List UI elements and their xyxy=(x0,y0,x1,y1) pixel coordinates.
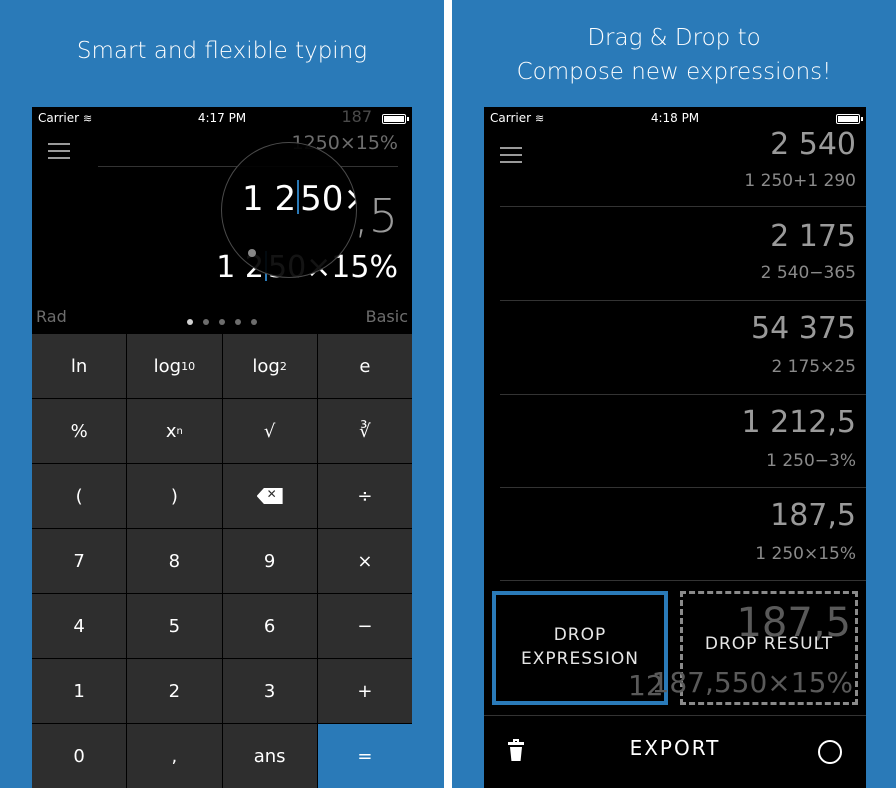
page-indicator[interactable] xyxy=(32,310,412,329)
history-phone: Carrier ≋ 4:18 PM 2 540 1 250+1 290 2 175… xyxy=(484,107,866,788)
key-paren-close[interactable]: ) xyxy=(127,464,222,528)
key-percent[interactable]: % xyxy=(32,399,127,463)
menu-icon[interactable] xyxy=(48,143,70,159)
current-result: ,5 xyxy=(354,189,398,243)
key-ln[interactable]: ln xyxy=(32,334,127,398)
history-item[interactable]: 54 375 2 175×25 xyxy=(500,301,866,395)
history-result: 2 540 xyxy=(770,127,856,162)
calculator-mode-label[interactable]: Basic xyxy=(366,307,408,326)
key-log10[interactable]: log 10 xyxy=(127,334,222,398)
key-paren-open[interactable]: ( xyxy=(32,464,127,528)
magnifier-loupe: 1 250×1 xyxy=(221,142,357,278)
bottom-toolbar: EXPORT xyxy=(484,715,866,788)
key-1[interactable]: 1 xyxy=(32,659,127,723)
key-minus[interactable]: − xyxy=(317,594,412,658)
history-item[interactable]: 2 540 1 250+1 290 xyxy=(500,115,866,207)
key-equals[interactable]: = xyxy=(317,724,412,788)
key-6[interactable]: 6 xyxy=(222,594,317,658)
key-7[interactable]: 7 xyxy=(32,529,127,593)
key-multiply[interactable]: × xyxy=(317,529,412,593)
mode-bar: Rad Basic xyxy=(32,307,412,329)
battery-icon xyxy=(382,114,409,124)
drop-result-label: DROP RESULT xyxy=(704,634,834,654)
key-4[interactable]: 4 xyxy=(32,594,127,658)
drop-result-zone[interactable]: 187,5 DROP RESULT 187,550×15% xyxy=(652,591,858,705)
calculator-phone: Carrier ≋ 4:17 PM 187 1250×15% ,5 1 2 50×1… xyxy=(32,107,412,788)
magnified-cursor xyxy=(297,180,300,215)
history-expression: 1 250−3% xyxy=(766,451,856,471)
cursor-handle[interactable] xyxy=(248,249,256,257)
key-5[interactable]: 5 xyxy=(127,594,222,658)
right-panel: Drag & Drop to Compose new expressions! … xyxy=(452,0,896,788)
history-result: 2 175 xyxy=(770,219,856,254)
key-2[interactable]: 2 xyxy=(127,659,222,723)
history-expression: 2 175×25 xyxy=(771,357,856,377)
backspace-icon xyxy=(256,488,283,504)
drop-expression-label-2: EXPRESSION xyxy=(521,649,639,669)
drop-expression-zone[interactable]: DROP EXPRESSION 12 xyxy=(492,591,668,705)
key-9[interactable]: 9 xyxy=(222,529,317,593)
history-item[interactable]: 1 212,5 1 250−3% xyxy=(500,395,866,488)
key-log2[interactable]: log 2 xyxy=(222,334,317,398)
history-item[interactable]: 187,5 1 250×15% xyxy=(500,488,866,581)
history-expression: 1 250×15% xyxy=(755,544,856,564)
key-8[interactable]: 8 xyxy=(127,529,222,593)
key-cube-root[interactable]: ∛ xyxy=(317,399,412,463)
drop-expression-label-1: DROP xyxy=(553,625,607,645)
right-headline-line2: Compose new expressions! xyxy=(516,59,832,85)
key-comma[interactable]: , xyxy=(127,724,222,788)
history-result: 187,5 xyxy=(770,498,856,533)
history-item[interactable]: 2 175 2 540−365 xyxy=(500,207,866,301)
right-headline-line1: Drag & Drop to xyxy=(587,25,761,51)
key-power[interactable]: xn xyxy=(127,399,222,463)
history-result: 54 375 xyxy=(751,311,856,346)
key-ans[interactable]: ans xyxy=(222,724,317,788)
history-expression: 1 250+1 290 xyxy=(744,171,856,191)
keypad: ln log10 log2 e % xn √ ∛ ( ) ÷ 7 8 9 × 4… xyxy=(32,334,412,788)
key-backspace[interactable] xyxy=(222,464,317,528)
key-3[interactable]: 3 xyxy=(222,659,317,723)
key-square-root[interactable]: √ xyxy=(222,399,317,463)
left-panel: Smart and flexible typing Carrier ≋ 4:17 … xyxy=(0,0,444,788)
ghost-expression-right: 187,550×15% xyxy=(651,666,853,699)
key-e[interactable]: e xyxy=(317,334,412,398)
key-divide[interactable]: ÷ xyxy=(317,464,412,528)
key-0[interactable]: 0 xyxy=(32,724,127,788)
previous-result: 187 xyxy=(341,107,372,126)
history-result: 1 212,5 xyxy=(741,405,856,440)
circle-icon[interactable] xyxy=(818,740,842,764)
history-expression: 2 540−365 xyxy=(760,263,856,283)
left-headline: Smart and flexible typing xyxy=(76,38,368,64)
key-plus[interactable]: + xyxy=(317,659,412,723)
export-button[interactable]: EXPORT xyxy=(484,736,866,760)
